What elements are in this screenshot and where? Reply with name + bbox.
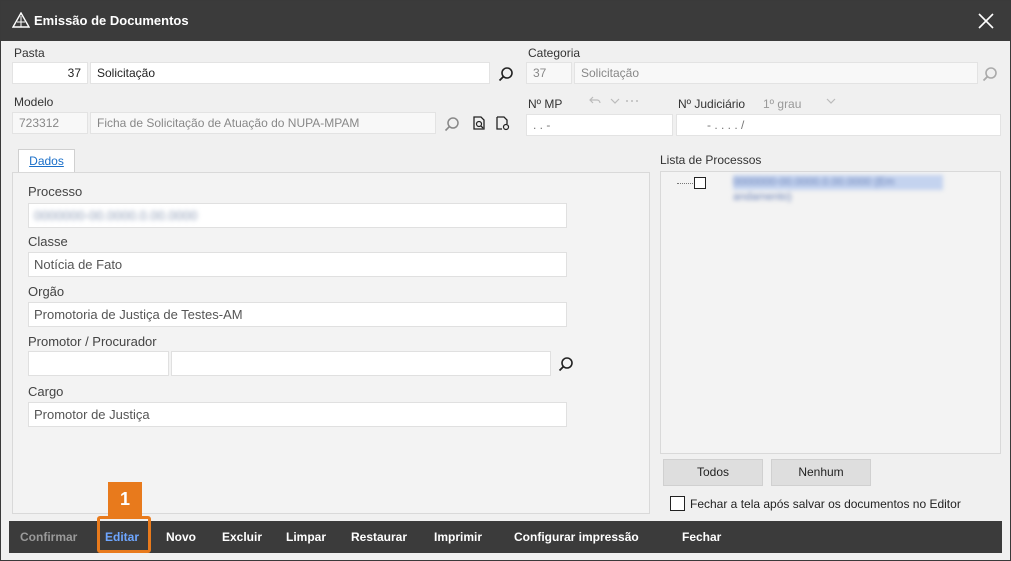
pasta-code-input[interactable]: 37 bbox=[12, 62, 88, 84]
cargo-label: Cargo bbox=[28, 384, 64, 399]
pasta-name-input[interactable]: Solicitação bbox=[90, 62, 490, 84]
fechar-tela-checkbox[interactable] bbox=[670, 496, 685, 511]
more-icon bbox=[626, 100, 638, 102]
classe-label: Classe bbox=[28, 234, 68, 249]
step-badge: 1 bbox=[108, 482, 142, 516]
emissao-documentos-window: Emissão de Documentos Pasta 37 Solicitaç… bbox=[0, 0, 1011, 561]
cargo-input[interactable]: Promotor de Justiça bbox=[28, 402, 567, 427]
promotor-label: Promotor / Procurador bbox=[28, 334, 157, 349]
categoria-name-input: Solicitação bbox=[574, 62, 978, 84]
processo-value: 0000000-00.0000.0.00.0000 bbox=[34, 208, 198, 223]
app-logo-icon bbox=[12, 12, 30, 28]
dados-panel: Processo 0000000-00.0000.0.00.0000 Class… bbox=[12, 172, 650, 514]
restaurar-button[interactable]: Restaurar bbox=[351, 521, 407, 553]
modelo-label: Modelo bbox=[14, 95, 54, 109]
grau-selector[interactable]: 1º grau bbox=[763, 97, 801, 111]
search-icon-disabled bbox=[982, 67, 997, 82]
title-bar: Emissão de Documentos bbox=[1, 1, 1010, 41]
editar-button[interactable]: Editar bbox=[105, 521, 139, 553]
window-title: Emissão de Documentos bbox=[34, 13, 189, 28]
tab-dados[interactable]: Dados bbox=[18, 149, 75, 173]
pasta-label: Pasta bbox=[14, 46, 45, 60]
search-icon-modelo[interactable] bbox=[444, 116, 460, 132]
confirmar-button[interactable]: Confirmar bbox=[20, 521, 77, 553]
configurar-impressao-button[interactable]: Configurar impressão bbox=[514, 521, 639, 553]
judiciario-input[interactable]: - . . . . / bbox=[676, 114, 1001, 136]
close-icon[interactable] bbox=[974, 9, 998, 33]
search-icon[interactable] bbox=[498, 66, 514, 82]
judiciario-label: Nº Judiciário bbox=[678, 97, 746, 111]
nenhum-button[interactable]: Nenhum bbox=[771, 459, 871, 486]
limpar-button[interactable]: Limpar bbox=[286, 521, 326, 553]
fechar-tela-label: Fechar a tela após salvar os documentos … bbox=[690, 497, 961, 511]
orgao-label: Orgão bbox=[28, 284, 65, 299]
categoria-code-input: 37 bbox=[526, 62, 572, 84]
document-preview-icon[interactable] bbox=[495, 115, 511, 131]
todos-button[interactable]: Todos bbox=[663, 459, 763, 486]
process-item-label: 0000000-00.0000.0.00.0000 (Em andamento) bbox=[733, 175, 943, 203]
processo-label: Processo bbox=[28, 184, 83, 199]
modelo-name-input[interactable]: Ficha de Solicitação de Atuação do NUPA-… bbox=[90, 112, 436, 134]
chevron-down-icon[interactable] bbox=[823, 93, 839, 109]
search-icon-promotor[interactable] bbox=[558, 356, 574, 372]
promotor-code-input[interactable] bbox=[28, 351, 169, 376]
lista-processos-tree[interactable]: 0000000-00.0000.0.00.0000 (Em andamento) bbox=[660, 171, 1001, 454]
modelo-code-input[interactable]: 723312 bbox=[12, 112, 88, 134]
novo-button[interactable]: Novo bbox=[166, 521, 196, 553]
chevron-down-icon bbox=[610, 98, 620, 104]
orgao-input[interactable]: Promotoria de Justiça de Testes-AM bbox=[28, 302, 567, 327]
process-checkbox[interactable] bbox=[694, 177, 706, 189]
processo-input[interactable]: 0000000-00.0000.0.00.0000 bbox=[28, 203, 567, 228]
excluir-button[interactable]: Excluir bbox=[222, 521, 262, 553]
lista-processos-label: Lista de Processos bbox=[660, 153, 762, 167]
classe-input[interactable]: Notícia de Fato bbox=[28, 252, 567, 277]
undo-icon bbox=[589, 96, 601, 104]
imprimir-button[interactable]: Imprimir bbox=[434, 521, 482, 553]
promotor-name-input[interactable] bbox=[171, 351, 551, 376]
categoria-label: Categoria bbox=[528, 46, 581, 60]
nmp-input[interactable]: . . - bbox=[526, 114, 673, 136]
fechar-button[interactable]: Fechar bbox=[682, 521, 721, 553]
nmp-label: Nº MP bbox=[528, 97, 563, 111]
document-search-icon[interactable] bbox=[471, 115, 487, 131]
action-toolbar: Confirmar Editar Novo Excluir Limpar Res… bbox=[9, 521, 1002, 553]
